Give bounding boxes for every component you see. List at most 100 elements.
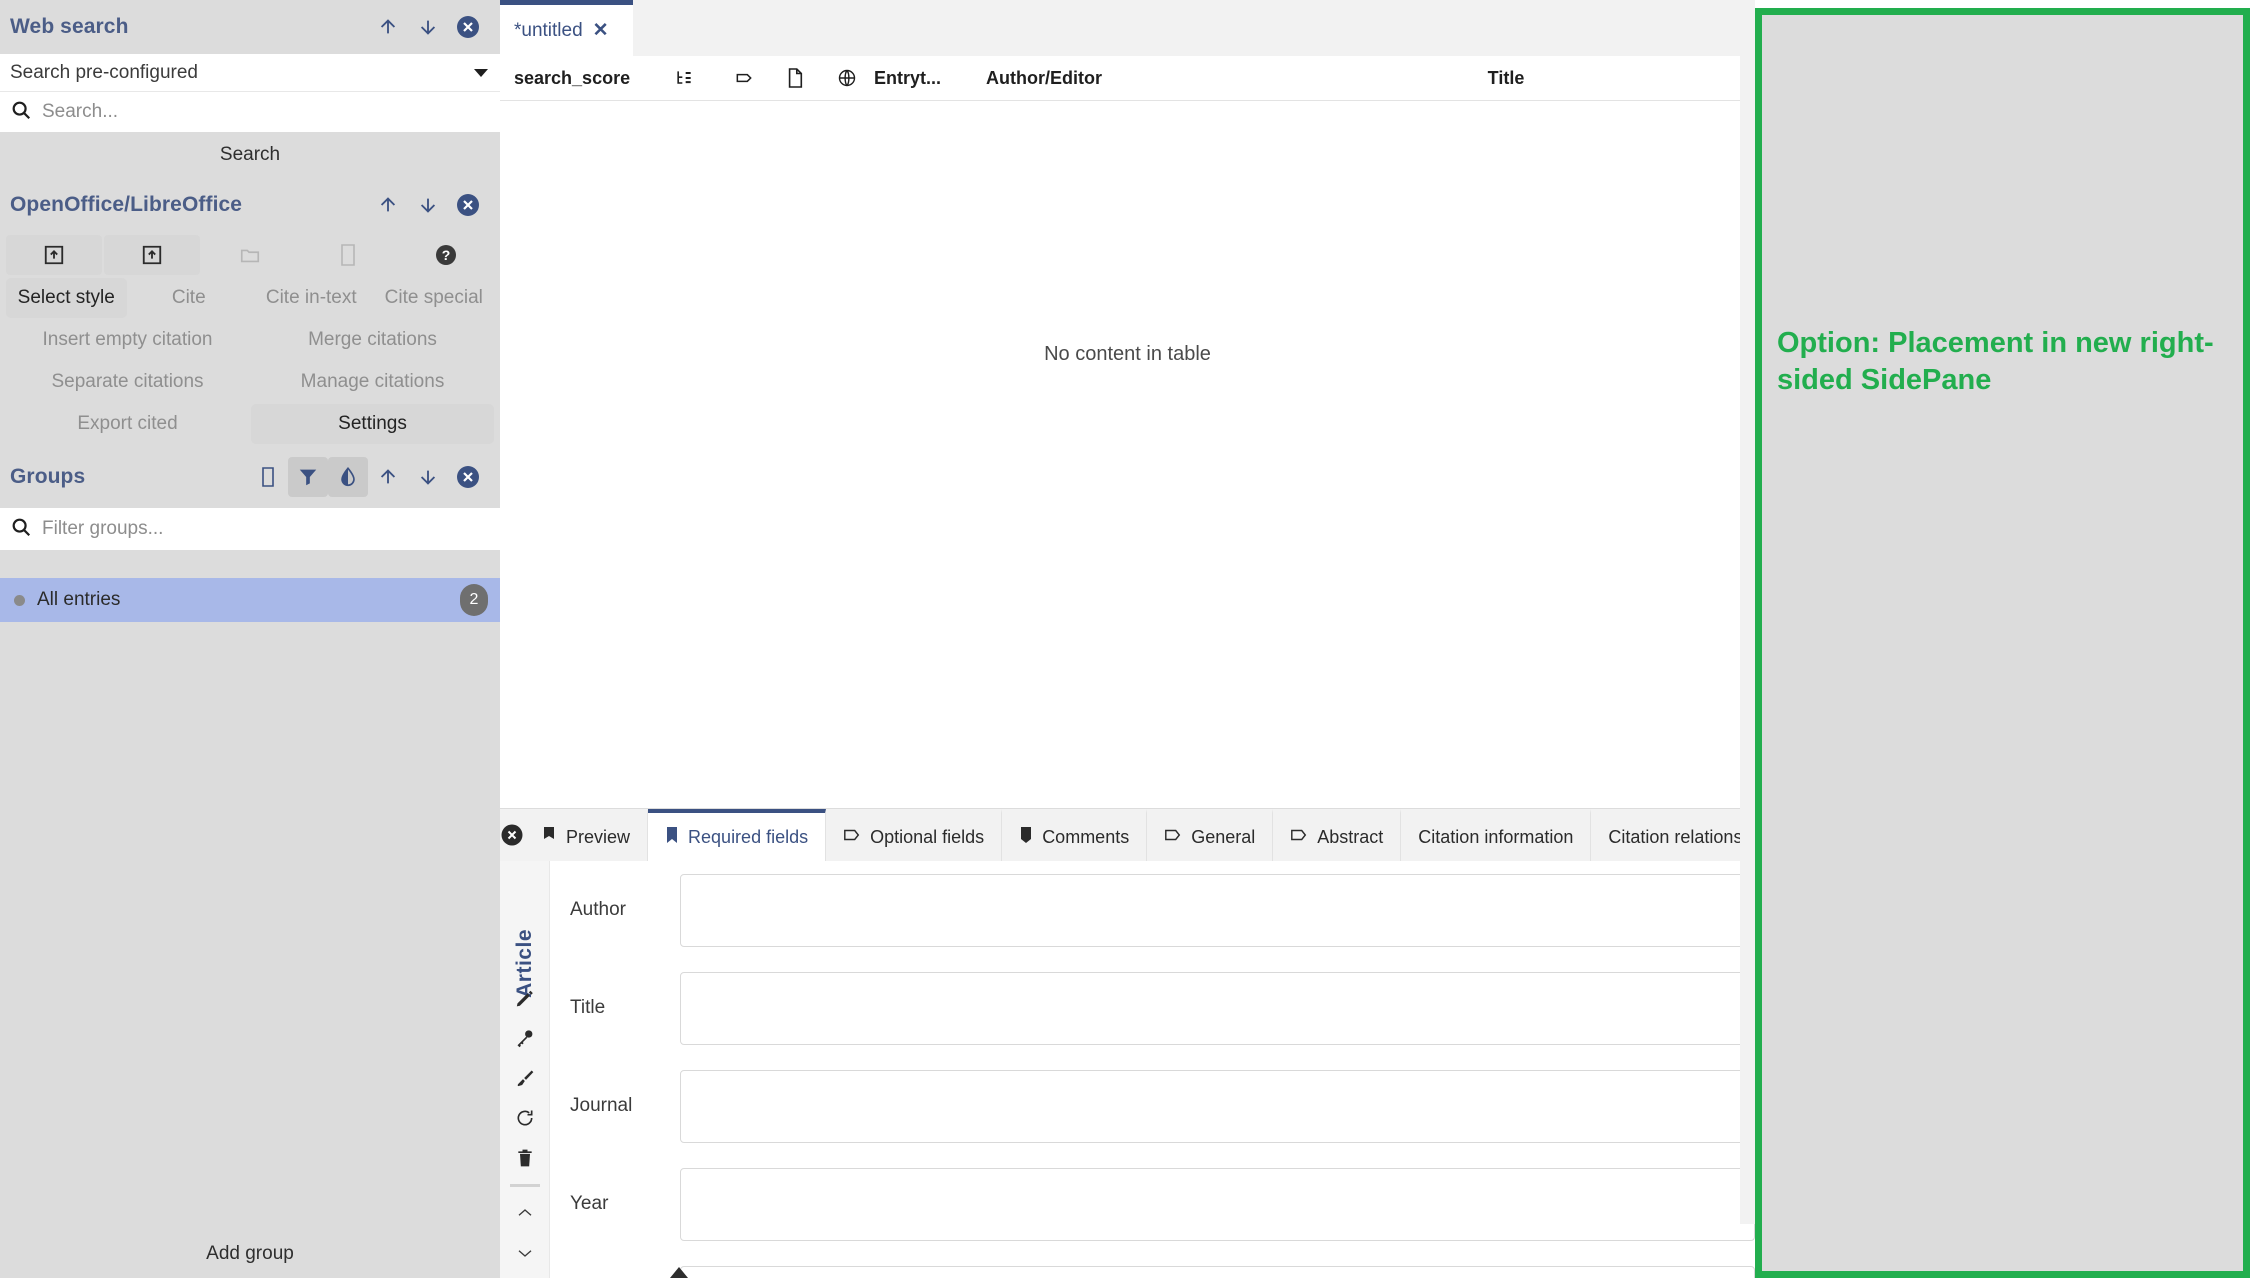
group-item-all-entries[interactable]: All entries 2 — [0, 578, 500, 622]
chevron-down-icon[interactable] — [508, 1236, 542, 1270]
connect-to-document-icon[interactable] — [6, 235, 102, 275]
help-circle-icon[interactable]: ? — [398, 235, 494, 275]
field-row-citationkey: Citationkey — [550, 1253, 1755, 1278]
right-sidepane-annotation: Option: Placement in new right-sided Sid… — [1755, 8, 2250, 1278]
field-row-journal: Journal — [550, 1057, 1755, 1155]
filter-icon[interactable] — [288, 457, 328, 497]
tab-optional-fields[interactable]: Optional fields — [826, 809, 1002, 861]
web-search-move-down-button[interactable] — [408, 7, 448, 47]
tab-required-fields[interactable]: Required fields — [648, 809, 826, 861]
tab-preview[interactable]: Preview — [524, 809, 648, 861]
groups-move-up-button[interactable] — [368, 457, 408, 497]
manage-citations-button[interactable]: Manage citations — [251, 362, 494, 402]
tab-abstract[interactable]: Abstract — [1273, 809, 1401, 861]
tab-comments[interactable]: Comments — [1002, 809, 1147, 861]
editor-resize-handle-icon[interactable] — [670, 1267, 688, 1278]
column-header-search-score[interactable]: search_score — [500, 68, 650, 89]
library-tab-untitled[interactable]: *untitled ✕ — [500, 0, 633, 56]
group-rank-icon[interactable] — [650, 68, 718, 88]
refresh-icon[interactable] — [508, 1101, 542, 1135]
web-search-engine-value: Search pre-configured — [10, 62, 474, 84]
group-item-label: All entries — [37, 589, 460, 611]
comment-icon — [1019, 826, 1033, 849]
web-search-header-icons — [368, 7, 488, 47]
office-move-up-button[interactable] — [368, 185, 408, 225]
merge-citations-button[interactable]: Merge citations — [251, 320, 494, 360]
column-header-title[interactable]: Title — [1286, 68, 1726, 89]
field-input-journal[interactable] — [680, 1070, 1755, 1143]
separate-citations-button[interactable]: Separate citations — [6, 362, 249, 402]
library-tabstrip: *untitled ✕ — [500, 0, 1755, 56]
cite-special-button[interactable]: Cite special — [374, 278, 495, 318]
add-group-button[interactable]: Add group — [0, 1230, 500, 1278]
close-icon[interactable]: ✕ — [593, 19, 609, 42]
web-search-close-button[interactable] — [448, 7, 488, 47]
globe-icon[interactable] — [820, 68, 874, 88]
entry-editor-close-button[interactable] — [500, 809, 524, 861]
tab-citation-information[interactable]: Citation information — [1401, 809, 1591, 861]
groups-move-down-button[interactable] — [408, 457, 448, 497]
web-search-panel-header: Web search — [0, 0, 500, 54]
tag-icon[interactable] — [718, 68, 770, 88]
left-sidepane: Web search Search pre-configured — [0, 0, 500, 1278]
connect-to-new-document-icon[interactable] — [104, 235, 200, 275]
entry-table-header: search_score Entryt... — [500, 56, 1755, 101]
svg-text:?: ? — [442, 247, 451, 263]
web-search-submit-button[interactable]: Search — [0, 132, 500, 178]
tab-preview-label: Preview — [566, 827, 630, 848]
groups-close-button[interactable] — [448, 457, 488, 497]
field-label-author: Author — [550, 899, 680, 921]
web-search-input[interactable] — [42, 101, 490, 123]
field-input-year[interactable] — [680, 1168, 1755, 1241]
column-header-entrytype[interactable]: Entryt... — [874, 68, 986, 89]
tab-abstract-label: Abstract — [1317, 827, 1383, 848]
office-cmd-row-3: Separate citations Manage citations — [0, 362, 500, 404]
office-cmd-row-4: Export cited Settings — [0, 404, 500, 446]
general-icon — [1164, 827, 1182, 848]
contrast-droplet-icon[interactable] — [328, 457, 368, 497]
groups-panel-header: Groups — [0, 446, 500, 508]
field-row-title: Title — [550, 959, 1755, 1057]
office-move-down-button[interactable] — [408, 185, 448, 225]
field-input-title[interactable] — [680, 972, 1755, 1045]
cite-in-text-button[interactable]: Cite in-text — [251, 278, 372, 318]
entry-editor-tabstrip: Preview Required fields Optional fields — [500, 809, 1755, 861]
sidebar-filler — [0, 622, 500, 1230]
insert-empty-citation-button[interactable]: Insert empty citation — [6, 320, 249, 360]
entry-editor-tools — [500, 981, 549, 1270]
tab-comments-label: Comments — [1042, 827, 1129, 848]
field-input-citationkey[interactable] — [680, 1266, 1755, 1278]
edit-pencil-icon[interactable] — [508, 981, 542, 1015]
cite-button[interactable]: Cite — [129, 278, 250, 318]
office-settings-button[interactable]: Settings — [251, 404, 494, 444]
tab-general[interactable]: General — [1147, 809, 1273, 861]
optional-fields-icon — [843, 827, 861, 848]
web-search-engine-select[interactable]: Search pre-configured — [0, 54, 500, 92]
cleanup-broom-icon[interactable] — [508, 1061, 542, 1095]
entry-editor: Preview Required fields Optional fields — [500, 808, 1755, 1278]
entry-editor-fields: Author Title Journal Year — [550, 861, 1755, 1278]
column-header-author-editor[interactable]: Author/Editor — [986, 68, 1286, 89]
tab-citation-information-label: Citation information — [1418, 827, 1573, 848]
chevron-up-icon[interactable] — [508, 1196, 542, 1230]
list-view-icon[interactable] — [248, 457, 288, 497]
web-search-action-row: Search — [0, 132, 500, 178]
open-folder-icon[interactable] — [202, 235, 298, 275]
groups-filter-input[interactable] — [42, 518, 490, 540]
library-tab-label: *untitled — [514, 20, 583, 42]
office-close-button[interactable] — [448, 185, 488, 225]
export-cited-button[interactable]: Export cited — [6, 404, 249, 444]
select-style-button[interactable]: Select style — [6, 278, 127, 318]
groups-list: All entries 2 — [0, 578, 500, 622]
file-icon[interactable] — [770, 67, 820, 89]
table-empty-message: No content in table — [1044, 343, 1211, 366]
field-input-author[interactable] — [680, 874, 1755, 947]
document-outline-icon[interactable] — [300, 235, 396, 275]
office-header-icons — [368, 185, 488, 225]
web-search-move-up-button[interactable] — [368, 7, 408, 47]
generate-citation-key-icon[interactable] — [508, 1021, 542, 1055]
delete-trash-icon[interactable] — [508, 1141, 542, 1175]
office-panel-header: OpenOffice/LibreOffice — [0, 178, 500, 232]
tab-citation-relations[interactable]: Citation relations — [1591, 809, 1760, 861]
entry-table-body[interactable]: No content in table — [500, 101, 1755, 808]
